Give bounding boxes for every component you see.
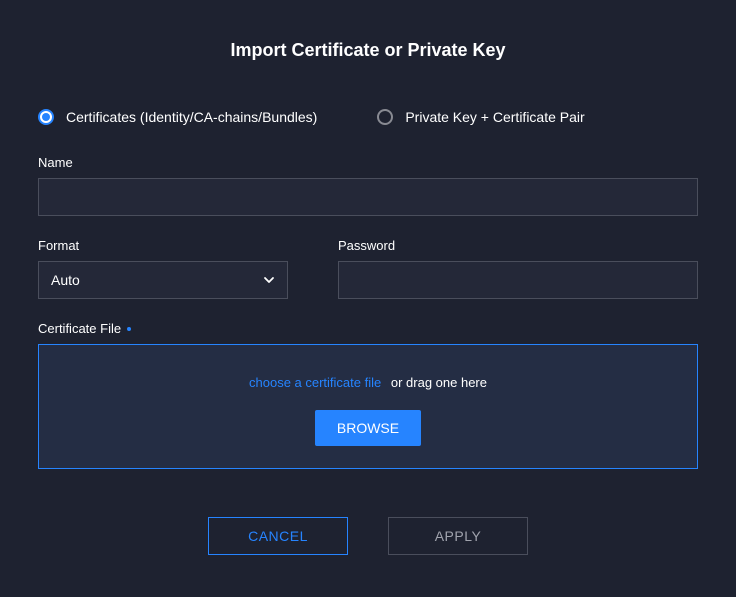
format-select[interactable]: Auto [38, 261, 288, 299]
password-label: Password [338, 238, 698, 253]
radio-certificates[interactable]: Certificates (Identity/CA-chains/Bundles… [38, 109, 317, 125]
required-indicator-icon [127, 327, 131, 331]
dialog-title: Import Certificate or Private Key [38, 40, 698, 61]
certificate-file-dropzone[interactable]: choose a certificate file or drag one he… [38, 344, 698, 469]
radio-private-key-label: Private Key + Certificate Pair [405, 109, 584, 125]
radio-certificates-label: Certificates (Identity/CA-chains/Bundles… [66, 109, 317, 125]
chevron-down-icon [263, 274, 275, 286]
certificate-file-label: Certificate File [38, 321, 698, 336]
cancel-button[interactable]: CANCEL [208, 517, 348, 555]
format-label: Format [38, 238, 288, 253]
format-selected-value: Auto [51, 272, 80, 288]
dialog-actions: CANCEL APPLY [38, 517, 698, 555]
radio-unselected-icon [377, 109, 393, 125]
choose-file-link[interactable]: choose a certificate file [249, 375, 381, 390]
radio-selected-icon [38, 109, 54, 125]
import-type-radio-group: Certificates (Identity/CA-chains/Bundles… [38, 109, 698, 125]
name-label: Name [38, 155, 698, 170]
name-input[interactable] [38, 178, 698, 216]
dropzone-text: choose a certificate file or drag one he… [59, 375, 677, 390]
password-input[interactable] [338, 261, 698, 299]
apply-button[interactable]: APPLY [388, 517, 528, 555]
radio-private-key[interactable]: Private Key + Certificate Pair [377, 109, 584, 125]
dropzone-or-text: or drag one here [391, 375, 487, 390]
browse-button[interactable]: BROWSE [315, 410, 421, 446]
